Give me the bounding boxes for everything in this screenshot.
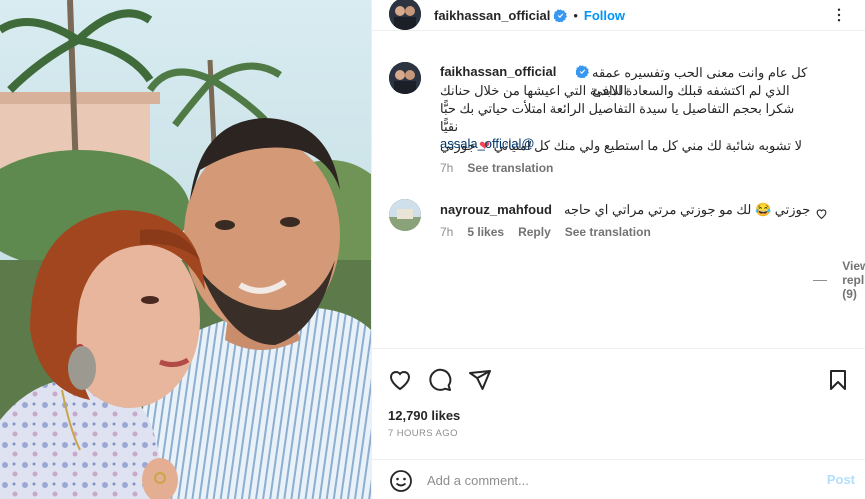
author-avatar[interactable] <box>389 0 421 30</box>
comment-text: جوزتي 😂 لك مو جوزتي مرتي مراتي اي حاجه <box>564 202 811 217</box>
caption-avatar[interactable] <box>389 62 421 94</box>
verified-badge-icon <box>554 8 568 22</box>
likes-count[interactable]: 12,790 likes <box>388 408 460 423</box>
comment-meta: 7h 5 likes Reply See translation <box>440 225 651 239</box>
author-username[interactable]: faikhassan_official <box>434 8 550 23</box>
more-options-icon[interactable] <box>830 6 848 24</box>
post-photo[interactable] <box>0 0 371 499</box>
comment-input[interactable] <box>427 470 807 490</box>
post-detail-panel: faikhassan_official • Follow faikhassan_… <box>371 0 865 499</box>
commenter-username[interactable]: nayrouz_mahfoud <box>440 202 552 217</box>
comment-likes[interactable]: 5 likes <box>467 225 504 239</box>
post-photo-drawing <box>0 0 371 499</box>
caption-line-4: لا تشوبه شائبة لك مني كل ما استطيع ولي م… <box>493 137 802 153</box>
comment-composer: Post <box>372 459 865 499</box>
comment-like-heart-icon[interactable] <box>815 207 828 220</box>
bookmark-icon[interactable] <box>826 368 850 392</box>
comment-icon[interactable] <box>428 368 452 392</box>
comment-reply[interactable]: Reply <box>518 225 551 239</box>
separator-dot: • <box>573 7 578 23</box>
post-comment-button[interactable]: Post <box>827 472 855 487</box>
caption-username[interactable]: faikhassan_official <box>440 64 556 79</box>
post-actions: 12,790 likes 7 HOURS AGO Post <box>372 348 865 499</box>
comment-see-translation[interactable]: See translation <box>565 225 651 239</box>
view-replies-label[interactable]: View replies (9) <box>842 259 865 301</box>
caption-see-translation[interactable]: See translation <box>467 161 553 175</box>
comment-time: 7h <box>440 225 454 239</box>
emoji-icon[interactable] <box>389 469 413 493</box>
replies-divider <box>813 279 828 281</box>
verified-badge-icon <box>576 65 589 78</box>
instagram-post-window: faikhassan_official • Follow faikhassan_… <box>0 0 865 499</box>
caption-time: 7h <box>440 161 454 175</box>
caption-meta: 7h See translation <box>440 161 553 175</box>
heart-icon[interactable] <box>388 368 412 392</box>
mention-link[interactable]: assala_official@ <box>440 136 535 151</box>
follow-button[interactable]: Follow <box>584 8 625 23</box>
caption-line-2: الذي لم اكتشفه قبلك والسعادة الابدية الت… <box>440 83 790 98</box>
commenter-avatar[interactable] <box>389 199 421 231</box>
post-header: faikhassan_official • Follow <box>372 0 865 31</box>
caption-line-3: شكرا بحجم التفاصيل يا سيدة التفاصيل الرا… <box>440 101 795 135</box>
share-icon[interactable] <box>468 368 492 392</box>
post-time-ago: 7 HOURS AGO <box>388 428 458 439</box>
view-replies[interactable]: View replies (9) <box>813 259 865 301</box>
